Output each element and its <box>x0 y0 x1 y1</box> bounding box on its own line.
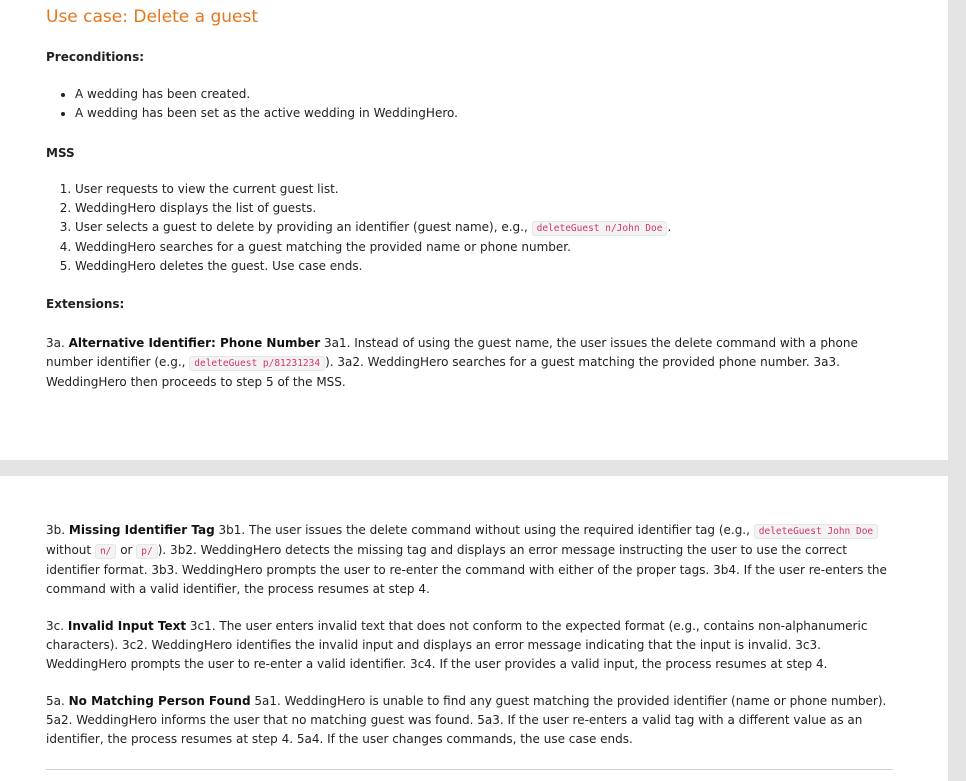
document-page-2: 3b. Missing Identifier Tag 3b1. The user… <box>0 476 948 781</box>
mss-step: User requests to view the current guest … <box>75 180 671 199</box>
extension-text: 3b1. The user issues the delete command … <box>214 523 754 537</box>
inline-code: deleteGuest n/John Doe <box>531 221 668 236</box>
preconditions-list: A wedding has been created. A wedding ha… <box>46 85 458 123</box>
extension-title: Missing Identifier Tag <box>68 523 215 537</box>
mss-step: WeddingHero displays the list of guests. <box>75 199 671 218</box>
extension-title: No Matching Person Found <box>68 694 251 708</box>
extension-3a: 3a. Alternative Identifier: Phone Number… <box>46 334 892 392</box>
extension-5a: 5a. No Matching Person Found 5a1. Weddin… <box>46 692 892 749</box>
list-item: A wedding has been created. <box>75 85 458 104</box>
list-item: A wedding has been set as the active wed… <box>75 104 458 123</box>
extension-text: ). 3b2. WeddingHero detects the missing … <box>46 543 887 596</box>
inline-code: deleteGuest p/81231234 <box>189 356 326 371</box>
step-text: WeddingHero searches for a guest matchin… <box>75 240 571 254</box>
extension-title: Alternative Identifier: Phone Number <box>68 336 321 350</box>
preconditions-heading: Preconditions: <box>46 50 145 64</box>
extension-text: or <box>116 543 137 557</box>
page-title: Use case: Delete a guest <box>46 7 259 27</box>
extension-text: without <box>46 543 95 557</box>
step-text: User requests to view the current guest … <box>75 182 339 196</box>
mss-step: WeddingHero searches for a guest matchin… <box>75 238 671 257</box>
step-text: WeddingHero displays the list of guests. <box>75 201 317 215</box>
mss-steps-list: User requests to view the current guest … <box>46 180 671 276</box>
step-text: . <box>667 220 672 234</box>
step-text: User selects a guest to delete by provid… <box>75 220 532 234</box>
extension-id: 3a. <box>46 336 65 350</box>
step-text: WeddingHero deletes the guest. Use case … <box>75 259 363 273</box>
extension-3b: 3b. Missing Identifier Tag 3b1. The user… <box>46 521 892 599</box>
inline-code: deleteGuest John Doe <box>753 524 879 539</box>
mss-heading: MSS <box>46 146 75 160</box>
section-divider <box>46 769 893 770</box>
extension-id: 3c. <box>46 619 65 633</box>
extension-id: 5a. <box>46 694 65 708</box>
extensions-heading: Extensions: <box>46 297 125 311</box>
mss-step: User selects a guest to delete by provid… <box>75 218 671 238</box>
inline-code: p/ <box>136 544 158 559</box>
extension-id: 3b. <box>46 523 66 537</box>
extension-3c: 3c. Invalid Input Text 3c1. The user ent… <box>46 617 892 674</box>
extension-title: Invalid Input Text <box>67 619 187 633</box>
inline-code: n/ <box>94 544 117 559</box>
document-page-1: Use case: Delete a guest Preconditions: … <box>0 0 948 460</box>
mss-step: WeddingHero deletes the guest. Use case … <box>75 257 671 276</box>
